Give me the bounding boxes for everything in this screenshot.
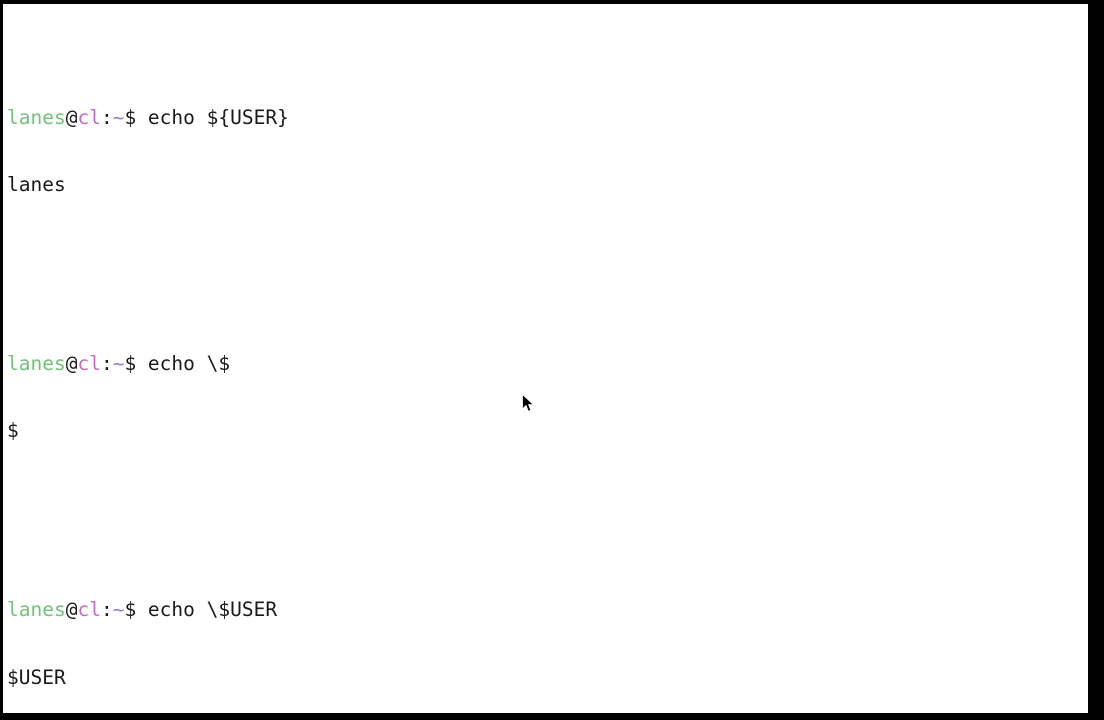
prompt-path: ~ [112,352,125,376]
prompt-user: lanes [7,598,66,622]
prompt-path: ~ [112,598,125,622]
prompt-path: ~ [112,105,125,129]
prompt-at: @ [65,598,78,622]
command-text: echo \$USER [136,598,278,622]
prompt-colon: : [100,598,113,622]
terminal-window: lanes@cl:~$ echo ${USER} lanes lanes@cl:… [0,0,1104,720]
command-output: $ [7,419,19,443]
terminal-output-area: lanes@cl:~$ echo ${USER} lanes lanes@cl:… [7,17,653,713]
prompt-host: cl [77,598,101,622]
prompt-line: lanes@cl:~$ echo ${USER} [7,105,653,129]
prompt-user: lanes [7,352,66,376]
prompt-user: lanes [7,105,66,129]
prompt-host: cl [77,105,101,129]
prompt-at: @ [65,352,78,376]
prompt-host: cl [77,352,101,376]
prompt-line: lanes@cl:~$ echo \$ [7,352,653,376]
prompt-line: lanes@cl:~$ echo \$USER [7,599,653,621]
prompt-sigil: $ [124,598,137,622]
prompt-sigil: $ [124,105,137,129]
prompt-sigil: $ [124,352,137,376]
prompt-colon: : [100,105,113,129]
terminal-screen[interactable]: lanes@cl:~$ echo ${USER} lanes lanes@cl:… [3,4,1088,713]
command-output: $USER [7,665,66,689]
command-text: echo \$ [136,352,231,376]
prompt-at: @ [65,105,78,129]
prompt-colon: : [100,352,113,376]
command-output: lanes [7,172,66,196]
command-text: echo ${USER} [136,105,289,129]
